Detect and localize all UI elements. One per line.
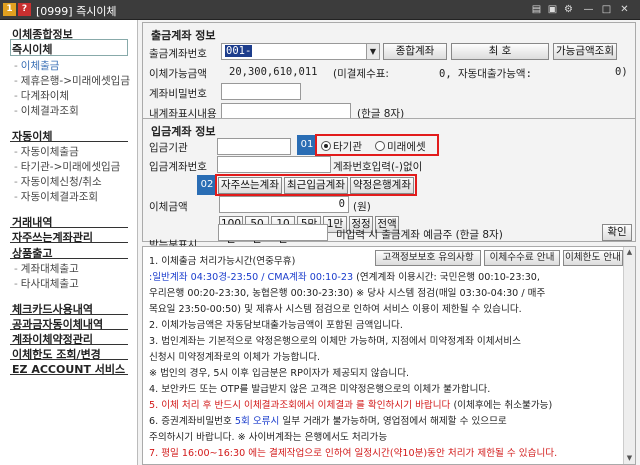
radio-empty-icon [375, 141, 385, 151]
sidebar-divider [10, 141, 128, 142]
window-title: [0999] 즉시이체 [36, 5, 117, 18]
amount-field[interactable]: 0 [219, 196, 349, 213]
withdraw-panel: 출금계좌 정보 출금계좌번호 001- ▼ 종합계좌 최 호 가능금액조회 이체… [142, 22, 636, 132]
available-amount-button[interactable]: 가능금액조회 [553, 43, 617, 60]
fee-notice-button[interactable]: 이체수수료 안내 [484, 250, 560, 266]
confirm-button[interactable]: 확인 [602, 224, 632, 241]
notice-line-12: 주의하시기 바랍니다. ※ 사이버계좌는 은행에서도 처리가능 [149, 432, 388, 443]
deposit-account-field[interactable] [217, 156, 331, 173]
withdraw-panel-title: 출금계좌 정보 [151, 29, 216, 42]
withdraw-account-label: 출금계좌번호 [149, 48, 207, 60]
window-settings-icon[interactable]: ⚙ [562, 3, 575, 16]
recent-account-button[interactable]: 최근입금계좌 [284, 177, 348, 194]
sidebar-item-multi-transfer[interactable]: - 다계좌이체 [14, 88, 69, 103]
deposit-account-hint: 계좌번호입력(-)없이 [333, 161, 423, 173]
notice-scrollbar[interactable]: ▲ ▼ [623, 247, 635, 464]
sidebar-item-other-out[interactable]: - 타사대체출고 [14, 276, 79, 291]
password-field[interactable] [221, 83, 301, 100]
notice-line-10: 5. 이체 처리 후 반드시 이체결과조회에서 이체결과 를 확인하시기 바랍니… [149, 400, 553, 411]
sidebar-divider [10, 374, 128, 375]
radio-selected-icon [321, 141, 331, 151]
sidebar-divider [10, 314, 128, 315]
minimize-icon[interactable]: — [582, 3, 595, 16]
deposit-panel-title: 입금계좌 정보 [151, 125, 216, 138]
withdraw-account-select[interactable]: 001- [221, 43, 367, 60]
sidebar-item-account-out[interactable]: - 계좌대체출고 [14, 261, 79, 276]
notice-line-8: ※ 법인의 경우, 5시 이후 입금분은 RP이자가 제공되지 않습니다. [149, 368, 410, 379]
notice-panel: 고객정보보호 유의사항 이체수수료 안내 이체한도 안내 1. 이체출금 처리가… [142, 246, 636, 465]
amount-unit: (원) [353, 201, 371, 213]
help-icon[interactable]: ? [18, 3, 31, 16]
sidebar-divider [10, 359, 128, 360]
sidebar-divider [10, 344, 128, 345]
notice-line-4: 목요일 23:50-00:50) 및 제휴사 시스템 점검으로 인하여 서비스 … [149, 304, 522, 315]
limit-notice-button[interactable]: 이체한도 안내 [563, 250, 623, 266]
radio-mirae[interactable]: 미래에셋 [375, 139, 426, 154]
main-content: 출금계좌 정보 출금계좌번호 001- ▼ 종합계좌 최 호 가능금액조회 이체… [140, 20, 638, 465]
sidebar-item-partner-deposit[interactable]: - 제휴은행->미래에셋입금 [14, 73, 130, 88]
sidebar-divider [10, 329, 128, 330]
amount-label: 이체금액 [149, 201, 188, 213]
auto-loan-value: 0) [615, 66, 628, 78]
receiver-hint: 미입력 시 출금계좌 예금주 (한글 8자) [336, 229, 503, 241]
notice-line-9: 4. 보안카드 또는 OTP를 발급받지 않은 고객은 미약정은행으로의 이체가… [149, 384, 491, 395]
notice-line-3: 우리은행 00:20-23:30, 농협은행 00:30-23:30) ※ 당사… [149, 288, 546, 299]
step-badge-02: 02 [197, 175, 217, 195]
close-icon[interactable]: ✕ [618, 3, 631, 16]
window-pin-icon[interactable]: ▣ [546, 3, 559, 16]
maximize-icon[interactable]: □ [600, 3, 613, 16]
sidebar-item-other-deposit[interactable]: - 타기관->미래에셋입금 [14, 159, 120, 174]
sidebar-divider [10, 258, 128, 259]
notice-line-13: 7. 평일 16:00~16:30 에는 결제작업으로 인하여 일정시간(약10… [149, 448, 558, 459]
frequent-account-button[interactable]: 자주쓰는계좌 [218, 177, 282, 194]
sidebar-item-auto-withdraw[interactable]: - 자동이체출금 [14, 144, 79, 159]
sidebar-divider [10, 227, 128, 228]
available-amount-value: 20,300,610,011 [229, 66, 318, 78]
scroll-down-icon[interactable]: ▼ [624, 453, 635, 464]
sidebar-item-withdraw[interactable]: - 이체출금 [14, 58, 59, 73]
password-label: 계좌비밀번호 [149, 88, 207, 100]
unpaid-check-value: 0, 자동대출가능액: [439, 68, 532, 80]
notice-line-7: 신청시 미약정계좌로의 이체가 가능합니다. [149, 352, 321, 363]
sidebar-item-auto-result[interactable]: - 자동이체결과조회 [14, 189, 98, 204]
sidebar-item-transfer-result[interactable]: - 이체결과조회 [14, 103, 79, 118]
sidebar: 이체종합정보 즉시이체 - 이체출금 - 제휴은행->미래에셋입금 - 다계좌이체 -… [0, 20, 138, 465]
sidebar-selected-label: 즉시이체 [12, 43, 53, 56]
deposit-panel: 입금계좌 정보 입금기관 01 타기관 미래에셋 입금계좌번호 계좌번호입력(-… [142, 118, 636, 251]
deposit-bank-field[interactable] [217, 138, 291, 155]
contract-account-button[interactable]: 약정은행계좌 [350, 177, 414, 194]
sidebar-divider [10, 242, 128, 243]
scroll-up-icon[interactable]: ▲ [624, 247, 635, 258]
account-holder-button[interactable]: 최 호 [451, 43, 549, 60]
chevron-down-icon[interactable]: ▼ [366, 43, 380, 60]
notice-line-6: 3. 법인계좌는 기본적으로 약정은행으로의 이체만 가능하며, 지점에서 미약… [149, 336, 521, 347]
title-bar: 1 ? [0999] 즉시이체 ▤ ▣ ⚙ — □ ✕ [0, 0, 640, 20]
account-type-button[interactable]: 종합계좌 [383, 43, 447, 60]
sidebar-item-auto-apply[interactable]: - 자동이체신청/취소 [14, 174, 102, 189]
notice-line-1: 1. 이체출금 처리가능시간(연중무휴) [149, 256, 296, 267]
radio-other-bank[interactable]: 타기관 [321, 139, 362, 154]
deposit-bank-label: 입금기관 [149, 142, 188, 154]
window-link-icon[interactable]: ▤ [530, 3, 543, 16]
unpaid-check-label: (미결제수표: [333, 68, 389, 80]
notice-line-11: 6. 증권계좌비밀번호 5회 오류시 일부 거래가 불가능하며, 영업점에서 해… [149, 416, 507, 427]
privacy-notice-button[interactable]: 고객정보보호 유의사항 [375, 250, 481, 266]
notice-line-2: :일반계좌 04:30경-23:50 / CMA계좌 00:10-23 (연계계… [149, 272, 540, 283]
available-amount-label: 이체가능금액 [149, 68, 207, 80]
window-badge-1: 1 [3, 3, 16, 16]
notice-line-5: 2. 이체가능금액은 자동담보대출가능금액이 포함된 금액입니다. [149, 320, 403, 331]
step-badge-01: 01 [297, 135, 317, 155]
receiver-field[interactable] [218, 224, 328, 241]
deposit-account-label: 입금계좌번호 [149, 161, 207, 173]
